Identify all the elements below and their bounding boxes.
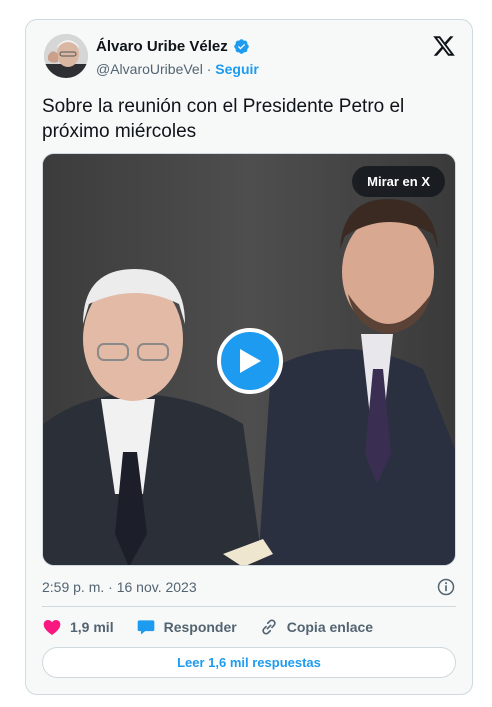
- like-count: 1,9 mil: [70, 619, 114, 635]
- author-name[interactable]: Álvaro Uribe Vélez: [96, 38, 228, 55]
- tweet-text: Sobre la reunión con el Presidente Petro…: [42, 96, 405, 142]
- author-handle[interactable]: @AlvaroUribeVel: [96, 61, 203, 77]
- embedded-tweet-card[interactable]: Álvaro Uribe Vélez @AlvaroUribeVel · Seg…: [25, 19, 473, 695]
- like-button[interactable]: 1,9 mil: [42, 617, 114, 637]
- watch-on-x-button[interactable]: Mirar en X: [352, 166, 445, 197]
- follow-link[interactable]: Seguir: [215, 61, 259, 77]
- link-icon: [262, 619, 276, 635]
- reply-bubble-icon: [137, 620, 154, 635]
- copy-link-button[interactable]: Copia enlace: [259, 617, 373, 637]
- reply-button[interactable]: Responder: [136, 617, 237, 637]
- read-replies-button[interactable]: Leer 1,6 mil respuestas: [42, 647, 456, 678]
- tweet-timestamp[interactable]: 2:59 p. m. · 16 nov. 2023: [42, 579, 197, 595]
- tweet-actions: 1,9 mil Responder Copia enlace: [42, 616, 395, 638]
- handle-separator: ·: [206, 61, 212, 77]
- info-icon[interactable]: [436, 577, 456, 597]
- divider: [42, 606, 456, 607]
- play-icon: [240, 349, 261, 373]
- video-player[interactable]: Mirar en X: [42, 153, 456, 566]
- x-logo-icon[interactable]: [432, 34, 456, 58]
- heart-icon: [43, 620, 61, 635]
- play-button[interactable]: [217, 328, 283, 394]
- avatar[interactable]: [44, 34, 88, 78]
- copy-link-label: Copia enlace: [286, 619, 374, 635]
- verified-badge-icon: [233, 39, 249, 54]
- reply-label: Responder: [163, 619, 237, 635]
